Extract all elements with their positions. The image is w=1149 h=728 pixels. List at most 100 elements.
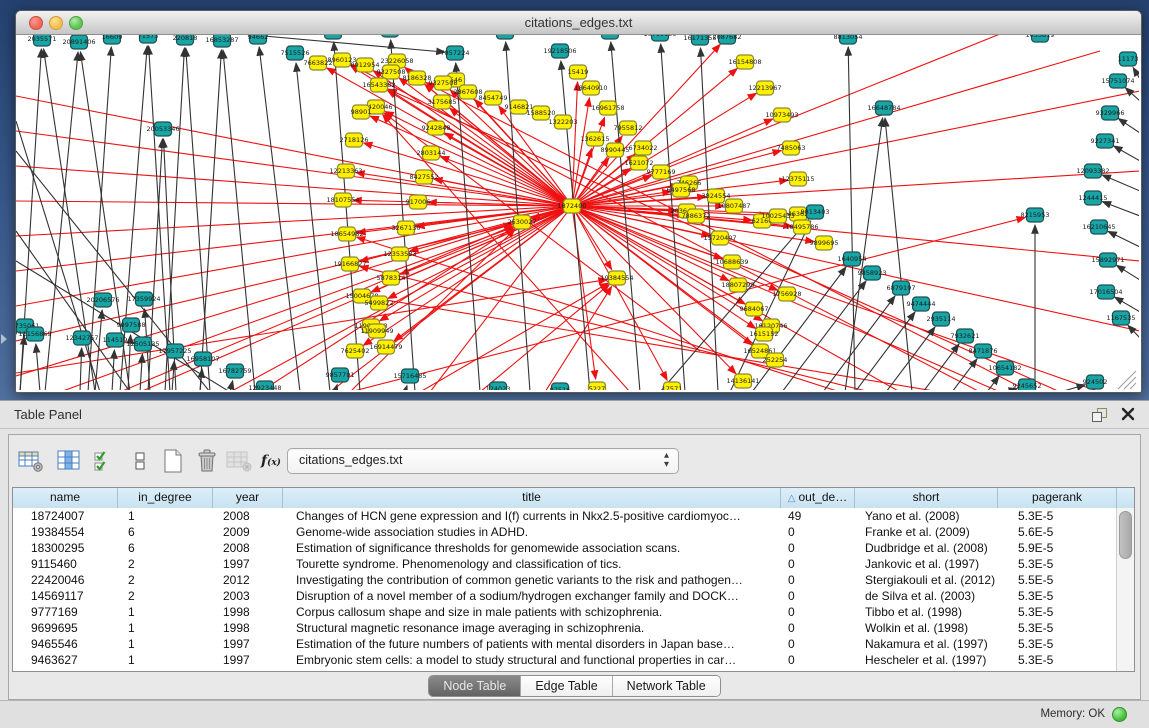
network-edge[interactable] — [364, 143, 572, 206]
network-node[interactable]: 97516 — [550, 383, 571, 390]
network-edge[interactable] — [1118, 119, 1139, 133]
network-node[interactable]: 1615152 — [750, 327, 779, 341]
network-node[interactable]: 20053346 — [146, 122, 179, 136]
network-node[interactable]: 7886372 — [682, 209, 711, 223]
network-node[interactable]: 152760 — [321, 35, 346, 39]
network-node[interactable]: 8813054 — [834, 35, 863, 44]
table-row[interactable]: 911546021997Tourette syndrome. Phenomeno… — [13, 556, 1117, 572]
scrollbar-thumb[interactable] — [1119, 511, 1132, 559]
network-node[interactable]: 98901 — [351, 105, 372, 119]
network-edge[interactable] — [572, 51, 1100, 206]
network-node[interactable]: 17571 — [662, 382, 683, 390]
network-node[interactable]: 15716485 — [393, 369, 426, 383]
network-node[interactable]: 9857791 — [326, 368, 355, 382]
memory-status-icon[interactable] — [1112, 707, 1127, 722]
network-edge[interactable] — [1115, 297, 1139, 312]
drawer-arrow-icon[interactable] — [1, 334, 7, 344]
table-settings-icon[interactable] — [17, 447, 45, 475]
network-node[interactable]: 9684067 — [740, 302, 769, 316]
network-edge[interactable] — [405, 386, 407, 390]
network-edge[interactable] — [561, 61, 590, 390]
network-node[interactable]: 917006 — [406, 195, 431, 209]
network-node[interactable]: 17016504 — [1089, 285, 1122, 299]
close-panel-icon[interactable] — [1121, 407, 1135, 421]
network-node[interactable]: 19218506 — [543, 44, 576, 58]
network-edge[interactable] — [172, 361, 174, 390]
network-node[interactable]: 12353583 — [383, 247, 416, 261]
network-node[interactable]: 12213967 — [748, 81, 781, 95]
table-row[interactable]: 1938455462009Genome-wide association stu… — [13, 524, 1117, 540]
network-node[interactable]: 16961758 — [591, 101, 624, 115]
column-visibility-icon[interactable] — [55, 447, 83, 475]
network-node[interactable]: 124023 — [486, 382, 511, 390]
network-node[interactable]: 18107554 — [326, 193, 359, 207]
network-edge[interactable] — [1102, 202, 1139, 216]
network-node[interactable]: 7625402 — [341, 344, 370, 358]
network-node[interactable]: 8454749 — [479, 91, 508, 105]
network-edge[interactable] — [200, 50, 221, 390]
table-row[interactable]: 1456911722003Disruption of a novel membe… — [13, 588, 1117, 604]
network-node[interactable]: 1322203 — [549, 115, 578, 129]
network-node[interactable]: 7515526 — [281, 46, 310, 60]
network-edge[interactable] — [848, 47, 855, 390]
network-node[interactable]: 7857224 — [441, 46, 470, 60]
column-header-pagerank[interactable]: pagerank — [998, 488, 1117, 508]
network-node[interactable]: 94662 — [248, 35, 269, 44]
network-node[interactable]: 16154808 — [728, 55, 761, 69]
network-canvas[interactable]: 1872400766382289601238912954232260589327… — [16, 35, 1139, 390]
network-node[interactable]: 16210645 — [1082, 220, 1115, 234]
network-node[interactable]: 3267130 — [392, 221, 421, 235]
network-node[interactable]: 16853287 — [205, 35, 238, 47]
network-edge[interactable] — [1060, 385, 1085, 390]
column-header-indegree[interactable]: in_degree — [118, 488, 213, 508]
row-check-icon[interactable] — [91, 447, 119, 475]
network-node[interactable]: 11173 — [1118, 52, 1139, 66]
network-node[interactable]: 15751074 — [1101, 74, 1134, 88]
network-node[interactable]: 9474444 — [907, 297, 936, 311]
network-edge[interactable] — [20, 336, 24, 390]
network-node[interactable]: 6466162 — [596, 35, 625, 39]
network-node[interactable]: 924502 — [1083, 375, 1108, 389]
network-node[interactable]: 9242848 — [422, 121, 451, 135]
network-node[interactable]: 20206576 — [86, 293, 119, 307]
tab-edge-table[interactable]: Edge Table — [521, 676, 612, 696]
resize-grip-icon[interactable] — [1118, 371, 1136, 389]
network-node[interactable]: 1362615 — [581, 132, 610, 146]
network-node[interactable]: 1053819 — [1026, 35, 1055, 42]
network-node[interactable]: 252254 — [763, 353, 788, 367]
network-edge[interactable] — [36, 344, 40, 390]
network-node[interactable]: 114519 — [103, 333, 128, 347]
network-node[interactable]: 5227 — [589, 382, 606, 390]
network-node[interactable]: 6879197 — [887, 281, 916, 295]
network-edge[interactable] — [572, 206, 1100, 390]
network-edge[interactable] — [16, 166, 572, 206]
network-edge[interactable] — [16, 231, 130, 390]
network-node[interactable]: 19384554 — [600, 271, 633, 285]
network-edge[interactable] — [1114, 146, 1139, 161]
column-header-outde[interactable]: △out_de… — [781, 488, 855, 508]
network-node[interactable]: 16782759 — [218, 364, 251, 378]
column-header-year[interactable]: year — [213, 488, 283, 508]
column-header-short[interactable]: short — [855, 488, 998, 508]
table-row[interactable]: 946362711997Embryonic stem cells: a mode… — [13, 652, 1117, 668]
network-node[interactable]: 71573 — [138, 35, 159, 43]
network-node[interactable]: 18654982 — [330, 227, 363, 241]
network-edge[interactable] — [334, 42, 360, 390]
network-edge[interactable] — [923, 344, 959, 390]
network-node[interactable]: 15419 — [568, 65, 589, 79]
network-edge[interactable] — [987, 376, 999, 390]
table-row[interactable]: 969969511998Structural magnetic resonanc… — [13, 620, 1117, 636]
rows-icon[interactable] — [126, 447, 154, 475]
function-icon[interactable]: f(x) — [257, 447, 285, 475]
network-edge[interactable] — [140, 354, 142, 390]
network-node[interactable]: 2035571 — [28, 35, 57, 46]
network-edge[interactable] — [296, 63, 330, 390]
network-node[interactable]: 2935114 — [927, 312, 956, 326]
network-node[interactable]: 18640910 — [574, 81, 607, 95]
network-edge[interactable] — [1125, 88, 1139, 101]
network-node[interactable]: 16853809 — [373, 35, 406, 37]
trash-icon[interactable] — [193, 447, 221, 475]
network-node[interactable]: 15720407 — [703, 231, 736, 245]
vertical-scrollbar[interactable] — [1116, 508, 1134, 671]
network-node[interactable]: 8912954 — [351, 58, 380, 72]
